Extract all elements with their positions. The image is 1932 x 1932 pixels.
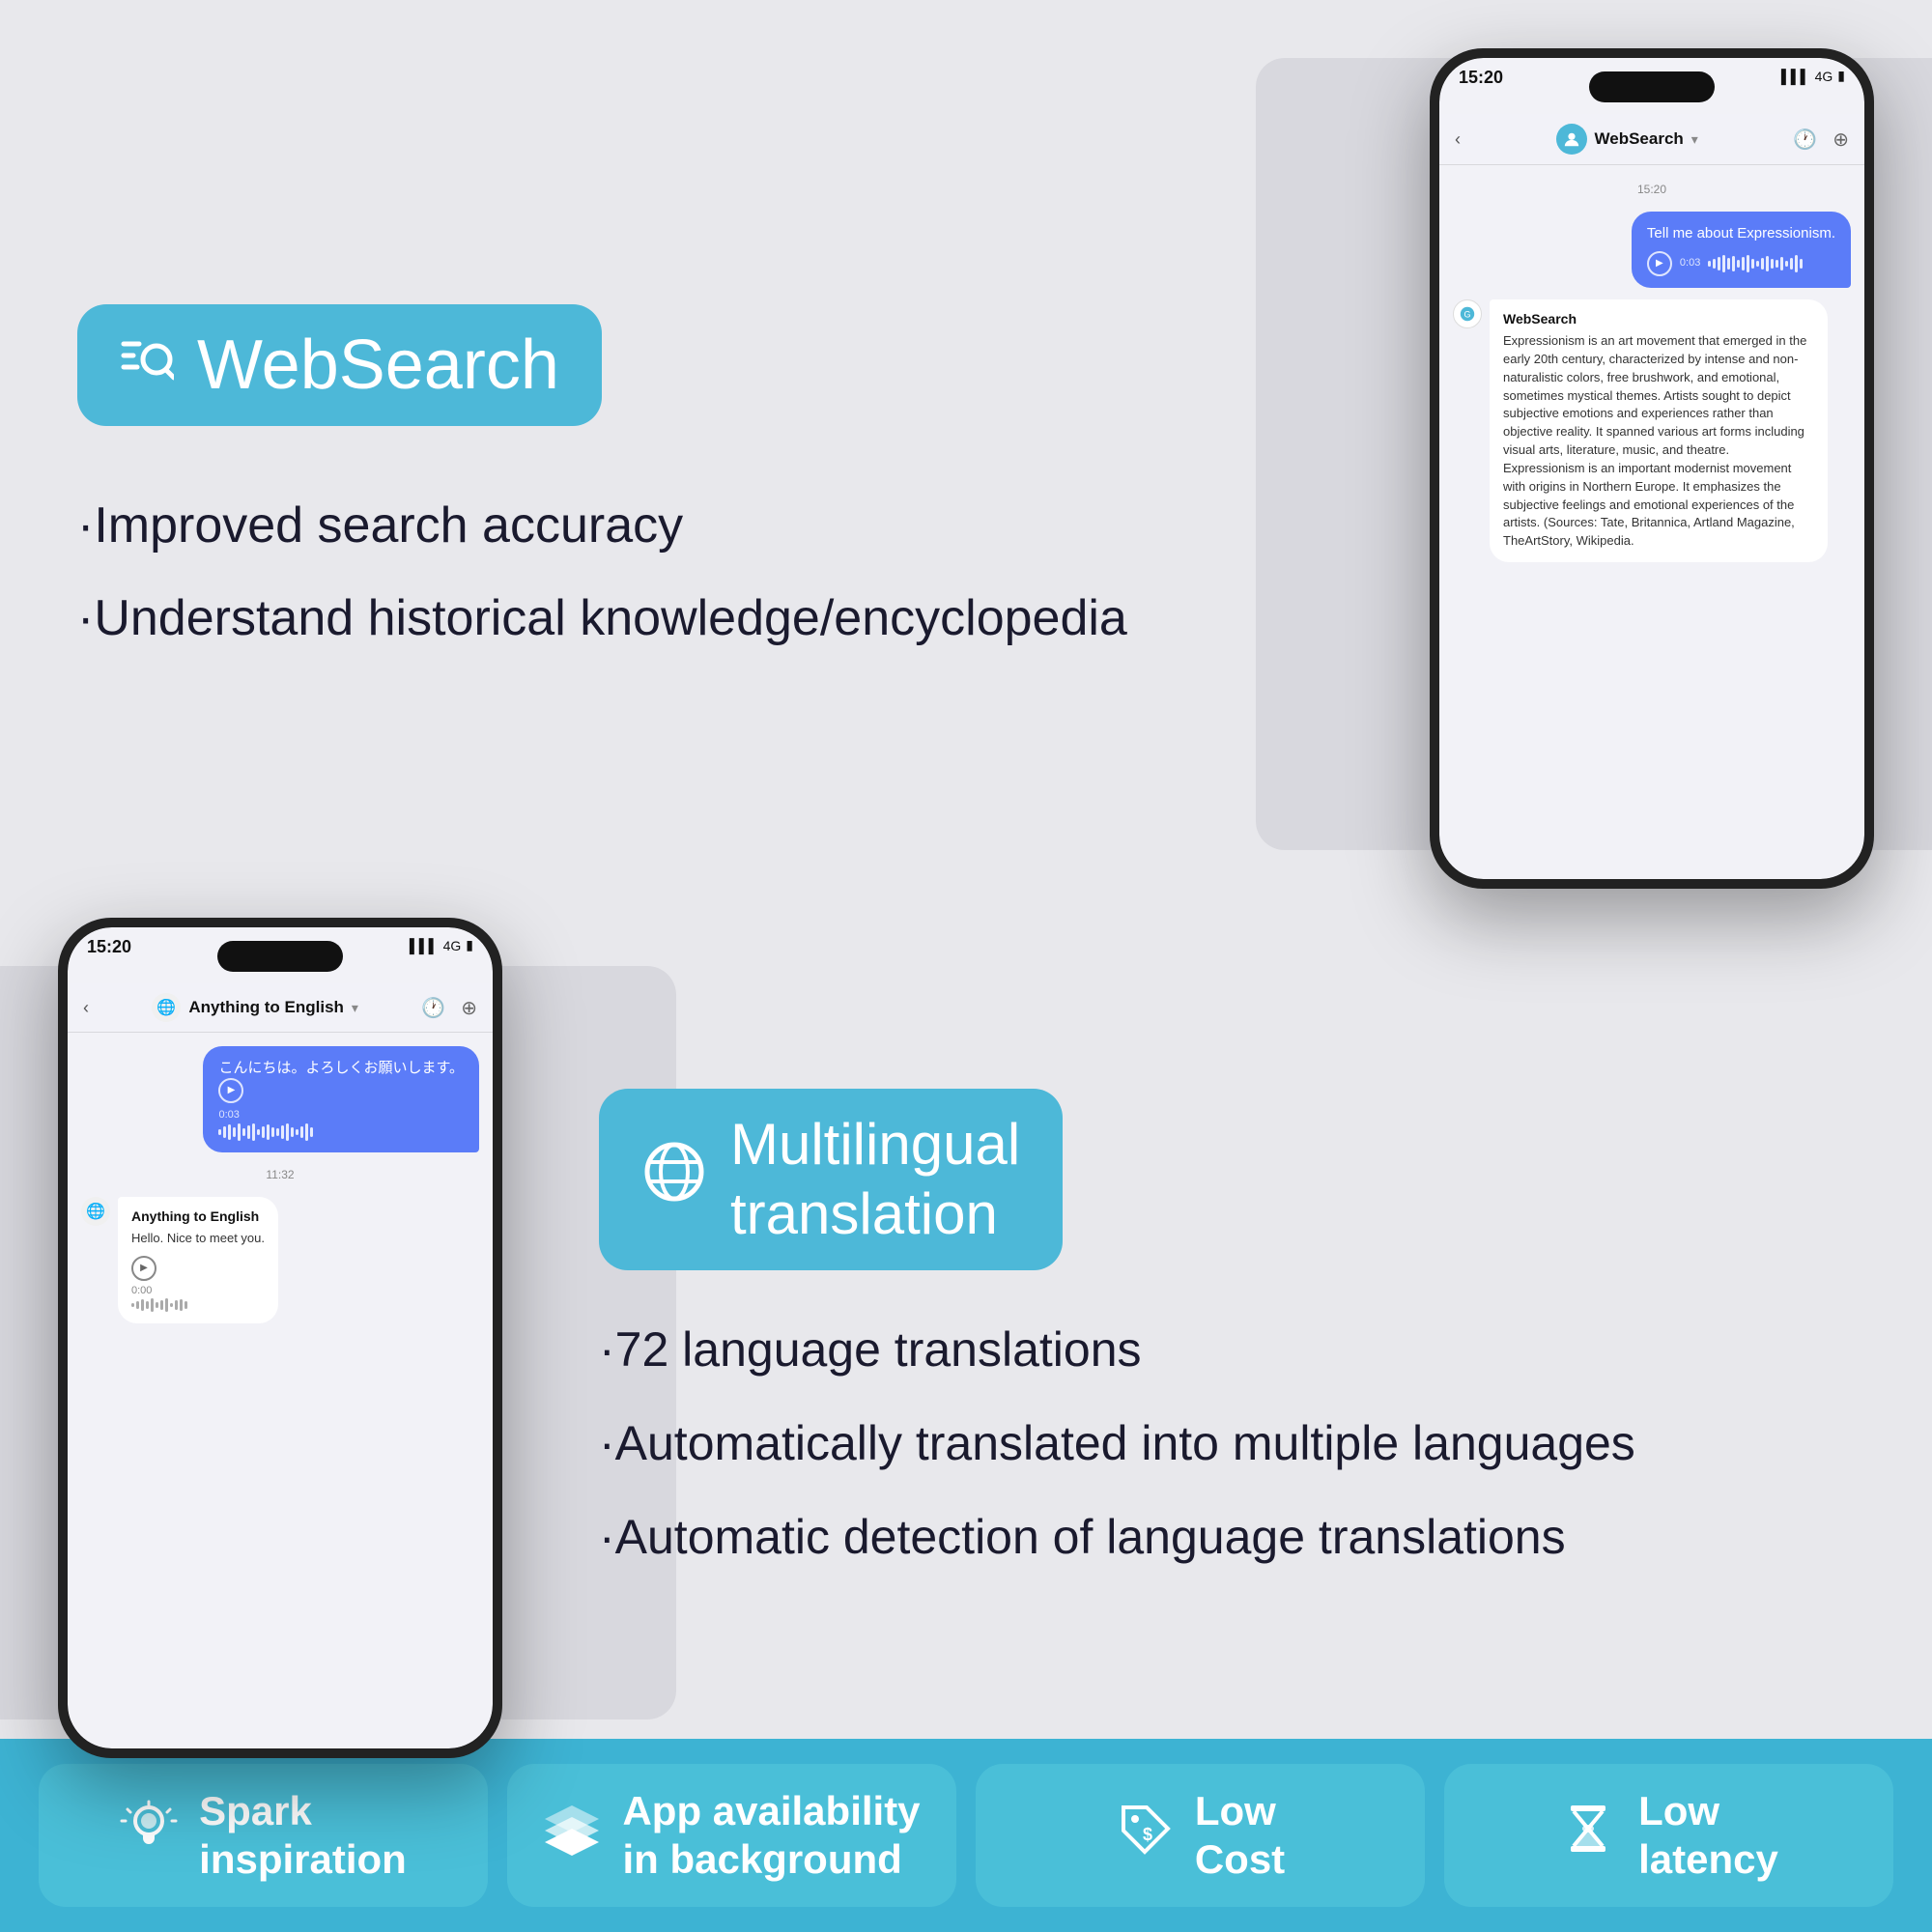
audio-time-ws: 0:03: [1680, 256, 1700, 270]
ws-bullet-2: ·Understand historical knowledge/encyclo…: [77, 586, 1333, 652]
footer-label-background: App availability in background: [622, 1787, 920, 1885]
bot-bubble-tr: Anything to English Hello. Nice to meet …: [118, 1197, 278, 1323]
jp-message: こんにちは。よろしくお願いします。: [218, 1060, 464, 1076]
audio-time-jp: 0:03: [218, 1109, 239, 1121]
footer-item-spark: Spark inspiration: [39, 1764, 488, 1907]
play-btn-bot-tr[interactable]: ▶: [131, 1256, 156, 1281]
chat-timestamp-ws: 15:20: [1453, 183, 1851, 196]
chat-body-tr: こんにちは。よろしくお願いします。 ▶ 0:03 11:32 🌐: [68, 1033, 493, 1748]
footer-label-lowcost: Low Cost: [1195, 1787, 1285, 1885]
translation-badge-label: Multilingual translation: [730, 1110, 1020, 1249]
chat-header-tr: ‹ 🌐 Anything to English ▾ 🕐 ⊕: [68, 983, 493, 1033]
translation-badge: Multilingual translation: [599, 1089, 1063, 1270]
websearch-badge-label: WebSearch: [197, 326, 559, 405]
svg-text:G: G: [1463, 310, 1470, 320]
dynamic-island-2: [217, 941, 343, 972]
compose-icon-tr[interactable]: ⊕: [461, 996, 477, 1020]
phone-right-container: 15:20 ▌▌▌ 4G ▮ ‹: [1391, 0, 1932, 937]
dynamic-island: [1589, 71, 1715, 102]
footer-item-background: App availability in background: [507, 1764, 956, 1907]
phone-left-container: 15:20 ▌▌▌ 4G ▮ ‹ 🌐 Anything to English ▾: [0, 937, 541, 1739]
translation-bullets: ·72 language translations ·Automatically…: [599, 1319, 1855, 1569]
user-bubble-ws: Tell me about Expressionism. ▶ 0:03: [1632, 212, 1851, 288]
top-section: WebSearch ·Improved search accuracy ·Und…: [0, 0, 1932, 937]
chat-header-center: WebSearch ▾: [1556, 124, 1698, 155]
bot-name-ws: WebSearch: [1503, 311, 1814, 327]
play-btn-jp[interactable]: ▶: [218, 1078, 243, 1103]
websearch-bullets: ·Improved search accuracy ·Understand hi…: [77, 494, 1333, 651]
footer-item-lowlatency: Low latency: [1444, 1764, 1893, 1907]
bot-text-ws: Expressionism is an art movement that em…: [1503, 332, 1814, 551]
user-message-ws: Tell me about Expressionism.: [1647, 225, 1835, 242]
bot-avatar-ws: G: [1453, 299, 1482, 328]
phone-mockup-translation: 15:20 ▌▌▌ 4G ▮ ‹ 🌐 Anything to English ▾: [58, 918, 502, 1758]
network-label-tr: 4G: [443, 938, 462, 953]
status-icons: ▌▌▌ 4G ▮: [1781, 68, 1845, 84]
chat-header-center-tr: 🌐 Anything to English ▾: [152, 993, 358, 1022]
bot-text-tr: Hello. Nice to meet you.: [131, 1230, 265, 1248]
phone-screen-websearch: 15:20 ▌▌▌ 4G ▮ ‹: [1439, 58, 1864, 879]
clock-icon[interactable]: 🕐: [1793, 128, 1817, 152]
layers-icon: [543, 1800, 601, 1872]
waveform-jp: [218, 1123, 464, 1141]
status-time: 15:20: [1459, 68, 1503, 88]
bot-bubble-ws: WebSearch Expressionism is an art moveme…: [1490, 299, 1828, 562]
audio-time-bot-tr: 0:00: [131, 1285, 152, 1296]
ws-bullet-1: ·Improved search accuracy: [77, 494, 1333, 559]
jp-bubble: こんにちは。よろしくお願いします。 ▶ 0:03: [203, 1046, 479, 1152]
globe-avatar-bot: 🌐: [81, 1197, 110, 1226]
battery-icon-tr: ▮: [466, 937, 473, 953]
footer-label-spark: Spark inspiration: [199, 1787, 407, 1885]
chat-header-icons-tr: 🕐 ⊕: [421, 996, 477, 1020]
network-label: 4G: [1815, 69, 1833, 84]
play-btn-ws[interactable]: ▶: [1647, 251, 1672, 276]
globe-icon: [641, 1139, 707, 1219]
status-time-tr: 15:20: [87, 937, 131, 957]
bot-bubble-ws-container: G WebSearch Expressionism is an art move…: [1453, 299, 1851, 562]
chat-name-websearch: WebSearch: [1595, 129, 1684, 149]
waveform-bot-tr: [131, 1298, 265, 1312]
tr-bullet-2: ·Automatically translated into multiple …: [599, 1412, 1855, 1475]
clock-icon-tr[interactable]: 🕐: [421, 996, 445, 1020]
chat-header-icons: 🕐 ⊕: [1793, 128, 1849, 152]
translation-panel: Multilingual translation ·72 language tr…: [541, 937, 1932, 1739]
bot-name-tr: Anything to English: [131, 1208, 265, 1224]
audio-row-jp: ▶ 0:03: [218, 1078, 464, 1141]
phone-mockup-websearch: 15:20 ▌▌▌ 4G ▮ ‹: [1430, 48, 1874, 889]
signal-icon-tr: ▌▌▌: [410, 938, 439, 953]
phone-screen-translation: 15:20 ▌▌▌ 4G ▮ ‹ 🌐 Anything to English ▾: [68, 927, 493, 1748]
audio-row-ws: ▶ 0:03: [1647, 251, 1835, 276]
websearch-badge: WebSearch: [77, 304, 602, 426]
globe-avatar: 🌐: [152, 993, 181, 1022]
signal-icon: ▌▌▌: [1781, 69, 1810, 84]
hourglass-icon: [1559, 1800, 1617, 1872]
lightbulb-icon: [120, 1800, 178, 1872]
chat-body-websearch: 15:20 Tell me about Expressionism. ▶ 0:0…: [1439, 165, 1864, 879]
tr-bullet-3: ·Automatic detection of language transla…: [599, 1506, 1855, 1569]
waveform-ws: [1708, 255, 1803, 272]
bot-bubble-tr-container: 🌐 Anything to English Hello. Nice to mee…: [81, 1197, 479, 1323]
footer-label-lowlatency: Low latency: [1638, 1787, 1778, 1885]
battery-icon: ▮: [1837, 68, 1845, 84]
footer: Spark inspiration App availability in ba…: [0, 1739, 1932, 1932]
websearch-panel: WebSearch ·Improved search accuracy ·Und…: [0, 0, 1391, 937]
audio-row-bot-tr: ▶ 0:00: [131, 1256, 265, 1312]
chat-header-websearch: ‹ WebSearch ▾ 🕐 ⊕: [1439, 114, 1864, 165]
footer-item-lowcost: $ Low Cost: [976, 1764, 1425, 1907]
chat-avatar: [1556, 124, 1587, 155]
chat-timestamp-tr: 11:32: [81, 1168, 479, 1181]
chat-name-tr: Anything to English: [188, 998, 344, 1017]
status-icons-tr: ▌▌▌ 4G ▮: [410, 937, 473, 953]
tag-icon: $: [1116, 1800, 1174, 1872]
bottom-section: 15:20 ▌▌▌ 4G ▮ ‹ 🌐 Anything to English ▾: [0, 937, 1932, 1739]
search-icon: [120, 332, 174, 399]
tr-bullet-1: ·72 language translations: [599, 1319, 1855, 1381]
svg-text:$: $: [1143, 1825, 1152, 1844]
compose-icon[interactable]: ⊕: [1833, 128, 1849, 152]
